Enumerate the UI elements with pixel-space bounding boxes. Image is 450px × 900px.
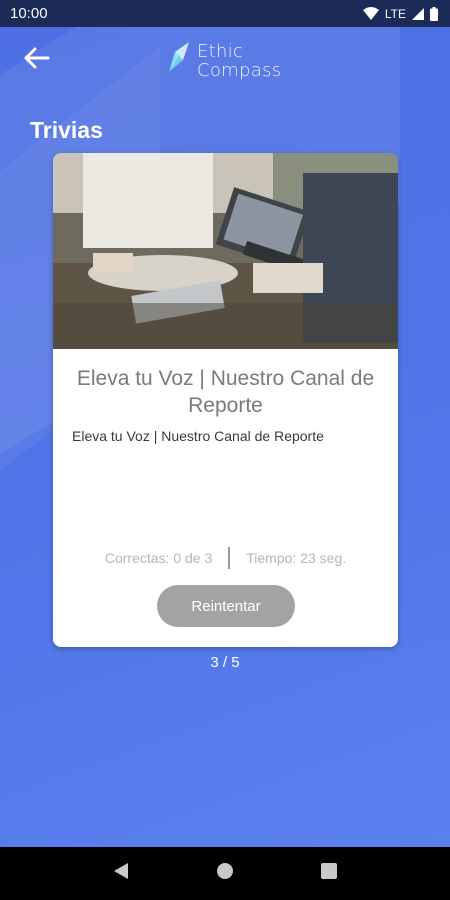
logo-line-1: Ethic	[197, 40, 244, 62]
card-photo	[53, 153, 398, 349]
page-indicator: 3 / 5	[210, 654, 240, 671]
card-subtitle: Eleva tu Voz | Nuestro Canal de Reporte	[72, 428, 324, 444]
status-bar: 10:00 LTE	[0, 0, 450, 27]
compass-needle-icon	[165, 40, 193, 81]
time-taken: Tiempo: 23 seg.	[246, 550, 347, 566]
back-arrow-icon[interactable]	[22, 45, 52, 71]
app-logo: Ethic Compass	[165, 40, 281, 81]
logo-wordmark: Ethic Compass	[197, 42, 281, 80]
signal-icon	[412, 7, 424, 20]
retry-button[interactable]: Reintentar	[157, 585, 295, 627]
card-title: Eleva tu Voz | Nuestro Canal de Reporte	[76, 367, 375, 417]
status-icons: LTE	[362, 6, 438, 21]
logo-line-2: Compass	[197, 59, 282, 81]
card-stats: Correctas: 0 de 3 Tiempo: 23 seg.	[53, 547, 398, 569]
page-title: Trivias	[30, 117, 103, 143]
nav-home-icon[interactable]	[216, 862, 234, 885]
status-time: 10:00	[10, 5, 48, 22]
stats-divider	[228, 547, 231, 569]
battery-icon	[430, 6, 438, 21]
nav-recents-icon[interactable]	[320, 863, 337, 884]
wifi-icon	[362, 7, 379, 20]
system-nav-bar	[0, 847, 450, 900]
network-type: LTE	[384, 6, 406, 21]
correct-count: Correctas: 0 de 3	[104, 550, 213, 566]
nav-back-icon[interactable]	[113, 862, 129, 885]
trivia-card[interactable]: Eleva tu Voz | Nuestro Canal de Reporte …	[53, 153, 398, 647]
